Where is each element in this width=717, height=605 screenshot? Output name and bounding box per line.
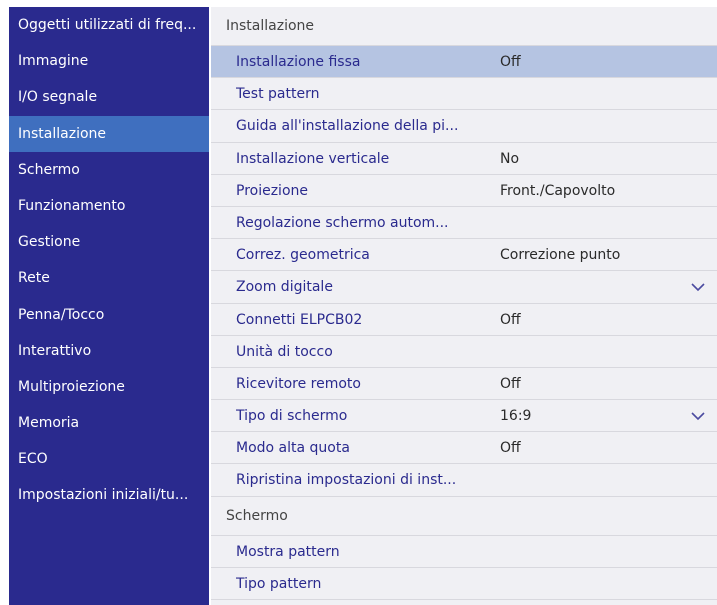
setting-row-tipo-di-schermo[interactable]: Tipo di schermo 16:9 [211,400,717,433]
chevron-down-icon[interactable] [691,400,705,432]
setting-label: Test pattern [236,86,320,103]
setting-row-proiezione[interactable]: Proiezione Front./Capovolto [211,175,717,207]
setting-label: Correz. geometrica [236,247,370,264]
setting-row-test-pattern[interactable]: Test pattern [211,78,717,111]
setting-label: Proiezione [236,182,309,199]
setting-value: Front./Capovolto [500,182,616,199]
setting-value: 16:9 [500,408,532,425]
sidebar-item-io-segnale[interactable]: I/O segnale [9,79,209,115]
setting-row-correz-geometrica[interactable]: Correz. geometrica Correzione punto [211,239,717,272]
setting-row-zoom-digitale[interactable]: Zoom digitale [211,271,717,304]
setting-row-regolazione-schermo[interactable]: Regolazione schermo autom... [211,207,717,240]
section-header-installazione: Installazione [211,7,717,46]
setting-label: Ripristina impostazioni di inst... [236,472,457,489]
sidebar-item-schermo[interactable]: Schermo [9,152,209,188]
setting-value: Off [500,54,521,70]
setting-value: Off [500,440,521,457]
sidebar-item-oggetti-utilizzati[interactable]: Oggetti utilizzati di freq... [9,7,209,43]
sidebar-item-penna-tocco[interactable]: Penna/Tocco [9,297,209,333]
sidebar-item-impostazioni-iniziali[interactable]: Impostazioni iniziali/tu... [9,477,209,513]
setting-row-guida-installazione[interactable]: Guida all'installazione della pi... [211,110,717,143]
setting-label: Tipo pattern [236,575,322,592]
setting-value: Off [500,311,521,328]
sidebar-item-memoria[interactable]: Memoria [9,405,209,441]
setting-label: Modo alta quota [236,440,350,457]
sidebar-item-installazione[interactable]: Installazione [9,115,209,152]
setting-value: Correzione punto [500,247,621,264]
setting-label: Mostra pattern [236,543,340,560]
sidebar-item-eco[interactable]: ECO [9,441,209,477]
section-header-schermo: Schermo [211,496,717,536]
setting-label: Guida all'installazione della pi... [236,118,459,135]
setting-label: Ricevitore remoto [236,375,361,392]
setting-label: Installazione verticale [236,150,390,167]
setting-row-installazione-fissa[interactable]: Installazione fissa Off [211,46,717,79]
setting-value: No [500,150,520,167]
setting-row-mostra-pattern[interactable]: Mostra pattern [211,536,717,568]
setting-row-ricevitore-remoto[interactable]: Ricevitore remoto Off [211,368,717,401]
sidebar-item-rete[interactable]: Rete [9,260,209,296]
sidebar-item-multiproiezione[interactable]: Multiproiezione [9,369,209,405]
setting-row-tipo-pattern[interactable]: Tipo pattern [211,568,717,600]
settings-panel: Installazione Installazione fissa Off Te… [211,7,717,605]
sidebar-item-funzionamento[interactable]: Funzionamento [9,188,209,224]
setting-label: Connetti ELPCB02 [236,311,363,328]
setting-label: Zoom digitale [236,279,333,296]
sidebar-item-gestione[interactable]: Gestione [9,224,209,260]
setting-row-connetti-elpcb02[interactable]: Connetti ELPCB02 Off [211,304,717,336]
setting-row-modo-alta-quota[interactable]: Modo alta quota Off [211,432,717,465]
setting-row-unita-di-tocco[interactable]: Unità di tocco [211,336,717,368]
setting-label: Tipo di schermo [236,408,348,425]
sidebar-item-interattivo[interactable]: Interattivo [9,333,209,369]
sidebar-item-immagine[interactable]: Immagine [9,43,209,79]
chevron-down-icon[interactable] [691,271,705,303]
setting-value: Off [500,375,521,392]
setting-label: Installazione fissa [236,54,361,70]
settings-menu-window: Oggetti utilizzati di freq... Immagine I… [0,0,717,605]
setting-label: Unità di tocco [236,343,333,360]
setting-label: Regolazione schermo autom... [236,214,449,231]
setting-row-ripristina-impostazioni[interactable]: Ripristina impostazioni di inst... [211,464,717,497]
setting-row-installazione-verticale[interactable]: Installazione verticale No [211,143,717,175]
sidebar-menu: Oggetti utilizzati di freq... Immagine I… [9,7,209,605]
